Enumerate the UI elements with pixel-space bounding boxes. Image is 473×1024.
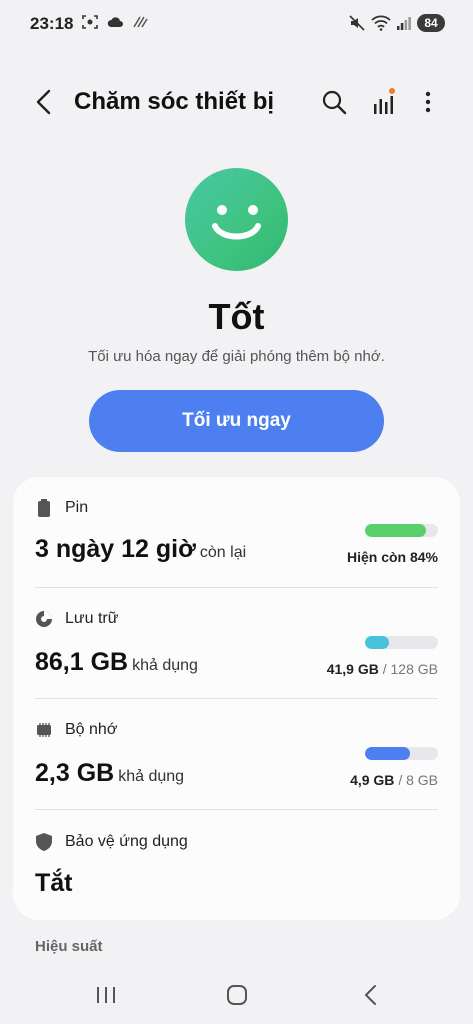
battery-icon xyxy=(35,499,53,517)
chevron-left-icon xyxy=(36,89,51,115)
wifi-icon xyxy=(371,15,391,31)
status-time: 23:18 xyxy=(30,14,74,33)
divider xyxy=(35,587,438,588)
memory-chip-icon xyxy=(35,721,53,739)
battery-bar xyxy=(365,524,438,537)
memory-value-text: 2,3 GB xyxy=(35,759,115,787)
status-face-icon xyxy=(185,168,288,271)
battery-row[interactable]: Pin 3 ngày 12 giờ còn lại Hiện còn 84% xyxy=(35,499,438,587)
memory-label: Bộ nhớ xyxy=(65,721,118,738)
memory-caption: 4,9 GB / 8 GB xyxy=(350,772,438,788)
bar-chart-icon xyxy=(374,88,395,114)
device-status-heading: Tốt xyxy=(208,296,265,337)
divider xyxy=(35,698,438,699)
status-right-icons: 84 xyxy=(349,14,445,32)
page-title: Chăm sóc thiết bị xyxy=(74,88,275,115)
memory-value: 2,3 GB khả dụng xyxy=(35,759,184,788)
storage-caption: 41,9 GB / 128 GB xyxy=(327,661,438,677)
storage-value-text: 86,1 GB xyxy=(35,648,129,676)
screenshot-icon xyxy=(82,15,98,29)
app-protection-row[interactable]: Bảo vệ ứng dụng Tắt xyxy=(35,833,438,903)
battery-value: 3 ngày 12 giờ còn lại xyxy=(35,535,246,564)
signal-icon xyxy=(397,17,411,30)
cloud-icon xyxy=(107,17,123,27)
app-protection-label: Bảo vệ ứng dụng xyxy=(65,833,188,850)
metrics-card: Pin 3 ngày 12 giờ còn lại Hiện còn 84% Lư… xyxy=(13,477,460,920)
more-vertical-icon xyxy=(425,91,431,113)
battery-label: Pin xyxy=(65,499,89,516)
storage-pie-icon xyxy=(35,610,53,628)
status-left-icons xyxy=(82,14,148,30)
app-bar: Chăm sóc thiết bị xyxy=(0,80,473,124)
status-bar: 23:18 84 xyxy=(0,0,473,50)
battery-value-text: 3 ngày 12 giờ xyxy=(35,535,196,563)
home-icon xyxy=(227,985,247,1005)
memory-row[interactable]: Bộ nhớ 2,3 GB khả dụng 4,9 GB / 8 GB xyxy=(35,721,438,809)
optimize-now-button[interactable]: Tối ưu ngay xyxy=(89,390,384,452)
storage-bar-fill xyxy=(365,636,389,649)
performance-section-header: Hiệu suất xyxy=(35,938,103,955)
home-button[interactable] xyxy=(217,980,257,1010)
back-button[interactable] xyxy=(28,86,60,118)
more-options-button[interactable] xyxy=(412,86,444,118)
memory-used: 4,9 GB xyxy=(350,772,395,788)
search-button[interactable] xyxy=(318,86,350,118)
recent-apps-button[interactable] xyxy=(86,980,126,1010)
storage-unit: khả dụng xyxy=(132,657,198,674)
storage-value: 86,1 GB khả dụng xyxy=(35,648,198,677)
storage-separator: / xyxy=(382,661,387,677)
storage-used: 41,9 GB xyxy=(326,661,379,677)
memory-unit: khả dụng xyxy=(118,768,185,785)
search-icon xyxy=(322,90,347,115)
navigation-bar xyxy=(0,970,473,1024)
memory-bar xyxy=(365,747,438,760)
memory-bar-fill xyxy=(365,747,410,760)
battery-unit: còn lại xyxy=(199,544,247,561)
app-protection-value: Tắt xyxy=(35,869,73,897)
back-icon xyxy=(365,985,376,1005)
device-status-subtitle: Tối ưu hóa ngay để giải phóng thêm bộ nh… xyxy=(88,348,385,365)
wifi-off-stripes-icon xyxy=(133,16,148,28)
shield-icon xyxy=(35,833,53,851)
nav-back-button[interactable] xyxy=(351,980,391,1010)
diagnostics-button[interactable] xyxy=(368,86,400,118)
storage-total: 128 GB xyxy=(390,661,438,677)
divider xyxy=(35,809,438,810)
memory-total: 8 GB xyxy=(406,772,438,788)
storage-bar xyxy=(365,636,438,649)
mute-icon xyxy=(349,15,365,31)
storage-label: Lưu trữ xyxy=(65,610,119,627)
recent-apps-icon xyxy=(97,987,115,1003)
storage-row[interactable]: Lưu trữ 86,1 GB khả dụng 41,9 GB / 128 GB xyxy=(35,610,438,698)
battery-badge: 84 xyxy=(417,14,445,32)
memory-separator: / xyxy=(398,772,403,788)
battery-bar-fill xyxy=(365,524,427,537)
smile-icon xyxy=(212,205,261,240)
battery-caption: Hiện còn 84% xyxy=(346,549,438,565)
